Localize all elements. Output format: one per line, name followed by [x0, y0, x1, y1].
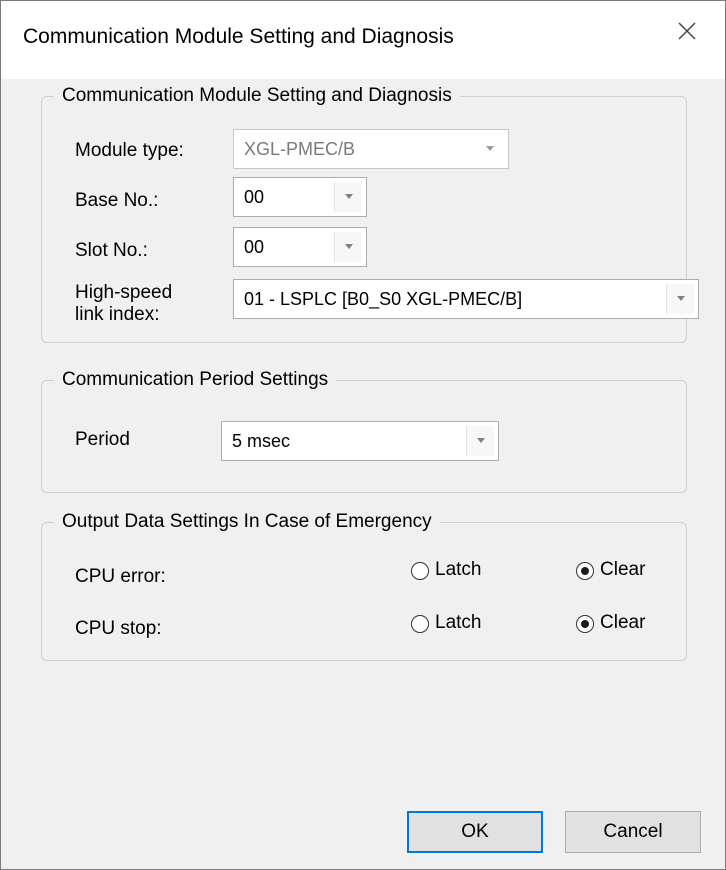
cpu-error-latch-label: Latch	[435, 559, 482, 580]
cpu-error-clear-label: Clear	[600, 559, 646, 580]
cpu-stop-latch-label: Latch	[435, 612, 482, 633]
radio-icon	[576, 562, 594, 580]
cpu-error-clear-radio[interactable]: Clear	[576, 559, 676, 585]
slot-no-combo[interactable]: 00	[233, 227, 367, 267]
chevron-down-icon	[345, 194, 353, 199]
period-label: Period	[75, 429, 130, 450]
slot-no-label: Slot No.:	[75, 240, 148, 261]
period-combo[interactable]: 5 msec	[221, 421, 499, 461]
base-no-dropdown-arrow[interactable]	[334, 182, 362, 212]
dialog-window: Communication Module Setting and Diagnos…	[0, 0, 726, 870]
period-dropdown-arrow[interactable]	[466, 426, 494, 456]
cpu-stop-clear-label: Clear	[600, 612, 646, 633]
slot-no-value: 00	[244, 237, 265, 257]
link-index-label-line2: link index:	[75, 304, 160, 325]
slot-no-dropdown-arrow[interactable]	[334, 232, 362, 262]
close-icon	[678, 22, 696, 40]
module-settings-legend: Communication Module Setting and Diagnos…	[62, 85, 452, 106]
period-settings-legend: Communication Period Settings	[62, 369, 329, 390]
emergency-settings-legend: Output Data Settings In Case of Emergenc…	[62, 511, 432, 532]
cpu-error-latch-radio[interactable]: Latch	[411, 559, 511, 585]
module-type-combo: XGL-PMEC/B	[233, 129, 509, 169]
cpu-error-label: CPU error:	[75, 566, 166, 587]
period-value: 5 msec	[232, 431, 291, 451]
link-index-dropdown-arrow[interactable]	[666, 284, 694, 314]
radio-icon	[411, 615, 429, 633]
chevron-down-icon	[486, 146, 494, 151]
cpu-stop-latch-radio[interactable]: Latch	[411, 612, 511, 638]
base-no-label: Base No.:	[75, 190, 159, 211]
radio-icon	[411, 562, 429, 580]
radio-icon	[576, 615, 594, 633]
close-button[interactable]	[647, 1, 725, 79]
window-title: Communication Module Setting and Diagnos…	[23, 25, 454, 48]
radio-selected-dot	[581, 620, 589, 628]
module-type-value: XGL-PMEC/B	[244, 139, 356, 159]
chevron-down-icon	[477, 438, 485, 443]
base-no-combo[interactable]: 00	[233, 177, 367, 217]
title-bar: Communication Module Setting and Diagnos…	[1, 1, 725, 79]
module-type-dropdown-arrow	[476, 134, 504, 164]
link-index-combo[interactable]: 01 - LSPLC [B0_S0 XGL-PMEC/B]	[233, 279, 699, 319]
cancel-button[interactable]: Cancel	[565, 811, 701, 853]
base-no-value: 00	[244, 187, 265, 207]
radio-selected-dot	[581, 567, 589, 575]
ok-button[interactable]: OK	[407, 811, 543, 853]
chevron-down-icon	[677, 296, 685, 301]
link-index-value: 01 - LSPLC [B0_S0 XGL-PMEC/B]	[244, 289, 523, 309]
module-type-label: Module type:	[75, 140, 184, 161]
chevron-down-icon	[345, 244, 353, 249]
cpu-stop-label: CPU stop:	[75, 618, 162, 639]
link-index-label-line1: High-speed	[75, 282, 173, 303]
cpu-stop-clear-radio[interactable]: Clear	[576, 612, 676, 638]
